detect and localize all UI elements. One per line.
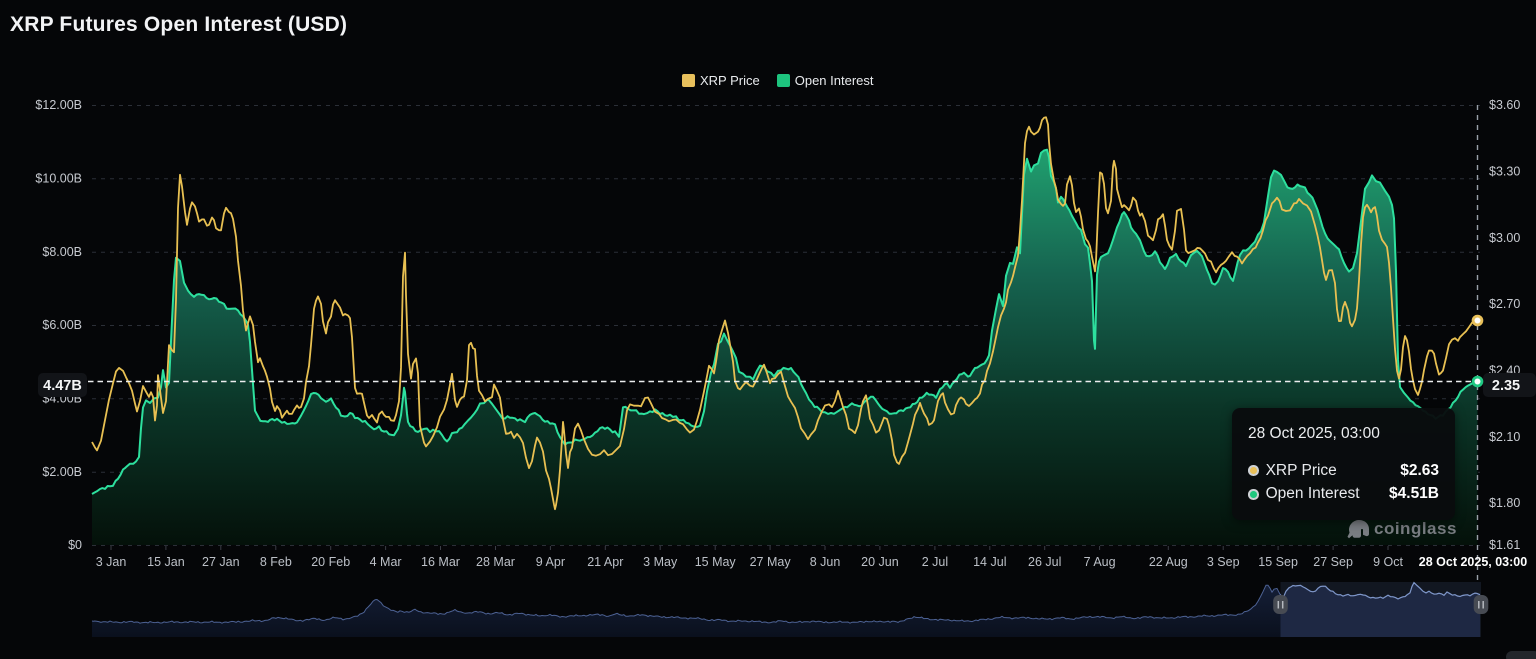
svg-text:coinglass: coinglass	[1374, 519, 1457, 538]
svg-text:4 Mar: 4 Mar	[370, 555, 402, 569]
svg-text:14 Jul: 14 Jul	[973, 555, 1006, 569]
svg-text:$3.00: $3.00	[1489, 231, 1520, 245]
svg-text:22 Aug: 22 Aug	[1149, 555, 1188, 569]
svg-text:$1.61: $1.61	[1489, 538, 1520, 552]
svg-text:15 Jan: 15 Jan	[147, 555, 185, 569]
svg-text:9 Apr: 9 Apr	[536, 555, 565, 569]
svg-text:16 Mar: 16 Mar	[421, 555, 460, 569]
svg-text:4.47B: 4.47B	[43, 378, 82, 394]
svg-text:8 Jun: 8 Jun	[810, 555, 841, 569]
svg-text:27 May: 27 May	[750, 555, 792, 569]
svg-text:8 Feb: 8 Feb	[260, 555, 292, 569]
svg-text:20 Jun: 20 Jun	[861, 555, 899, 569]
svg-text:28 Mar: 28 Mar	[476, 555, 515, 569]
svg-text:$2.70: $2.70	[1489, 297, 1520, 311]
svg-text:2.35: 2.35	[1492, 378, 1520, 394]
svg-text:15 Sep: 15 Sep	[1258, 555, 1298, 569]
svg-text:15 May: 15 May	[695, 555, 737, 569]
svg-text:2 Jul: 2 Jul	[922, 555, 948, 569]
svg-text:$10.00B: $10.00B	[35, 172, 82, 186]
svg-text:$2.10: $2.10	[1489, 430, 1520, 444]
svg-text:7 Aug: 7 Aug	[1084, 555, 1116, 569]
svg-text:3 May: 3 May	[643, 555, 678, 569]
svg-text:$6.00B: $6.00B	[42, 318, 82, 332]
svg-text:20 Feb: 20 Feb	[311, 555, 350, 569]
svg-text:27 Jan: 27 Jan	[202, 555, 240, 569]
svg-text:28 Oct 2025, 03:00: 28 Oct 2025, 03:00	[1419, 555, 1527, 569]
svg-text:3 Jan: 3 Jan	[96, 555, 127, 569]
svg-text:26 Jul: 26 Jul	[1028, 555, 1061, 569]
svg-text:$3.30: $3.30	[1489, 165, 1520, 179]
svg-text:27 Sep: 27 Sep	[1313, 555, 1353, 569]
svg-text:$8.00B: $8.00B	[42, 245, 82, 259]
svg-text:$3.60: $3.60	[1489, 98, 1520, 112]
svg-text:$1.80: $1.80	[1489, 496, 1520, 510]
svg-text:3 Sep: 3 Sep	[1207, 555, 1240, 569]
svg-text:9 Oct: 9 Oct	[1373, 555, 1403, 569]
svg-text:21 Apr: 21 Apr	[587, 555, 623, 569]
svg-text:$0: $0	[68, 538, 82, 552]
svg-text:$12.00B: $12.00B	[35, 98, 82, 112]
svg-text:$2.00B: $2.00B	[42, 465, 82, 479]
